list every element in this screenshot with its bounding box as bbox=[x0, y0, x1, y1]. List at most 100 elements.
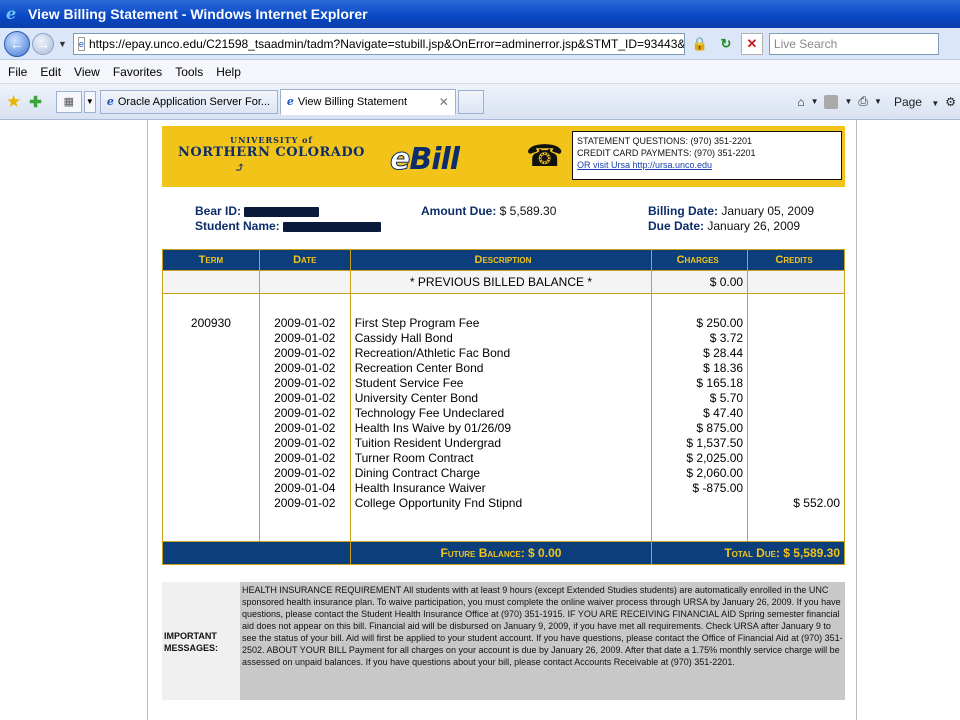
tab-bar: ★ ✚ ▦ ▼ e Oracle Application Server For.… bbox=[0, 84, 960, 120]
lock-icon[interactable]: 🔒 bbox=[689, 33, 711, 55]
prev-term-cell bbox=[162, 270, 260, 294]
billing-table: Term Date Description Charges Credits * … bbox=[162, 249, 845, 565]
charges-cell: $ 250.00 $ 3.72 $ 28.44 $ 18.36 $ 165.18 $ 5.… bbox=[651, 293, 749, 542]
ebill-banner: UNIVERSITY of NORTHERN COLORADO ⤴ eBill … bbox=[162, 126, 845, 187]
line-item-desc: Recreation/Athletic Fac Bond bbox=[354, 346, 511, 360]
header-credits: Credits bbox=[747, 249, 845, 271]
due-date-value: January 26, 2009 bbox=[707, 219, 801, 233]
add-favorite-icon[interactable]: ✚ bbox=[29, 93, 42, 111]
menu-help[interactable]: Help bbox=[216, 65, 241, 79]
totals-row: Future Balance: $ 0.00 Total Due: $ 5,58… bbox=[162, 541, 845, 565]
line-item-credit bbox=[748, 331, 840, 346]
student-name-redacted bbox=[283, 221, 382, 232]
line-item-charge: $ 47.40 bbox=[703, 406, 744, 420]
student-name-label: Student Name: bbox=[195, 219, 280, 233]
tab-ie-icon: e bbox=[106, 95, 114, 108]
tab-close-icon[interactable]: ✕ bbox=[439, 95, 449, 109]
line-item-charge: $ 18.36 bbox=[703, 361, 744, 375]
line-item-desc: Technology Fee Undeclared bbox=[354, 406, 505, 420]
prev-date-cell bbox=[258, 270, 351, 294]
line-item-desc: College Opportunity Fnd Stipnd bbox=[354, 496, 523, 510]
amount-due-label: Amount Due: bbox=[421, 204, 497, 218]
line-item-charge: $ 5.70 bbox=[709, 391, 744, 405]
prev-balance-label: * PREVIOUS BILLED BALANCE * bbox=[349, 270, 653, 294]
menu-tools[interactable]: Tools bbox=[175, 65, 203, 79]
bear-id: Bear ID: bbox=[195, 204, 320, 218]
feeds-icon[interactable] bbox=[824, 94, 839, 109]
line-item-desc: Cassidy Hall Bond bbox=[354, 331, 453, 345]
tab-oracle[interactable]: e Oracle Application Server For... bbox=[99, 89, 278, 114]
tab-view-billing-statement[interactable]: e View Billing Statement ✕ bbox=[279, 88, 456, 115]
window-title: View Billing Statement - Windows Interne… bbox=[28, 6, 368, 22]
table-header-row: Term Date Description Charges Credits bbox=[162, 249, 845, 271]
print-icon[interactable]: ⎙ bbox=[858, 94, 868, 109]
line-item-credit bbox=[748, 346, 840, 361]
refresh-button[interactable]: ↻ bbox=[715, 33, 737, 55]
credits-cell: $ 552.00 bbox=[747, 293, 845, 542]
home-dropdown-icon[interactable]: ▼ bbox=[811, 97, 819, 106]
menu-file[interactable]: File bbox=[8, 65, 27, 79]
line-item-date: 2009-01-02 bbox=[274, 421, 336, 435]
tab-list-dropdown-icon[interactable]: ▼ bbox=[83, 90, 96, 113]
menu-edit[interactable]: Edit bbox=[40, 65, 61, 79]
line-item-desc: University Center Bond bbox=[354, 391, 479, 405]
line-item-desc: Dining Contract Charge bbox=[354, 466, 481, 480]
line-item-desc: Recreation Center Bond bbox=[354, 361, 484, 375]
line-item-charge bbox=[652, 496, 743, 511]
quick-tabs-button[interactable]: ▦ bbox=[55, 90, 82, 113]
line-item-credit bbox=[748, 421, 840, 436]
bear-id-label: Bear ID: bbox=[195, 204, 242, 218]
line-item-charge: $ 1,537.50 bbox=[686, 436, 744, 450]
unc-logo: UNIVERSITY of NORTHERN COLORADO ⤴ bbox=[178, 135, 365, 176]
logo-small-text: UNIVERSITY of bbox=[230, 135, 313, 145]
page-menu-button[interactable]: Page ▼ bbox=[888, 95, 939, 109]
totals-spacer bbox=[162, 541, 351, 565]
tab-ie-icon: e bbox=[286, 95, 294, 108]
line-item-desc: Student Service Fee bbox=[354, 376, 464, 390]
line-item-charge: $ -875.00 bbox=[692, 481, 744, 495]
amount-due: Amount Due: $ 5,589.30 bbox=[421, 204, 556, 218]
line-item-desc: Health Ins Waive by 01/26/09 bbox=[354, 421, 512, 435]
search-input[interactable]: Live Search bbox=[768, 32, 939, 55]
forward-button[interactable]: → bbox=[32, 32, 54, 55]
address-bar[interactable]: e https://epay.unco.edu/C21598_tsaadmin/… bbox=[72, 32, 685, 55]
due-date-label: Due Date: bbox=[648, 219, 705, 233]
line-item-date: 2009-01-02 bbox=[274, 316, 336, 330]
page-border-left bbox=[147, 120, 148, 720]
line-item-credit bbox=[748, 361, 840, 376]
history-dropdown-icon[interactable]: ▼ bbox=[58, 39, 67, 49]
address-toolbar: ← → ▼ e https://epay.unco.edu/C21598_tsa… bbox=[0, 28, 960, 60]
page-border-right bbox=[856, 120, 857, 720]
home-icon[interactable]: ⌂ bbox=[797, 95, 804, 109]
line-item-credit bbox=[748, 391, 840, 406]
new-tab-button[interactable] bbox=[457, 89, 484, 114]
billing-date: Billing Date: January 05, 2009 bbox=[648, 204, 814, 218]
page-content[interactable]: UNIVERSITY of NORTHERN COLORADO ⤴ eBill … bbox=[0, 120, 960, 720]
window-titlebar: e View Billing Statement - Windows Inter… bbox=[0, 0, 960, 28]
future-balance: Future Balance: $ 0.00 bbox=[349, 541, 653, 565]
feeds-dropdown-icon[interactable]: ▼ bbox=[844, 97, 852, 106]
ursa-link[interactable]: OR visit Ursa http://ursa.unco.edu bbox=[577, 159, 837, 171]
dates-cell: 2009-01-02 2009-01-02 2009-01-02 2009-01-02… bbox=[258, 293, 351, 542]
stop-button[interactable]: ✕ bbox=[740, 32, 763, 55]
menu-favorites[interactable]: Favorites bbox=[113, 65, 162, 79]
important-messages-body: HEALTH INSURANCE REQUIREMENT All student… bbox=[240, 582, 845, 700]
print-dropdown-icon[interactable]: ▼ bbox=[874, 97, 882, 106]
bear-id-redacted bbox=[244, 206, 320, 217]
page-icon: e bbox=[77, 36, 85, 51]
line-item-desc: Health Insurance Waiver bbox=[354, 481, 486, 495]
tools-gear-icon[interactable]: ⚙ bbox=[945, 95, 956, 109]
line-item-charge: $ 875.00 bbox=[696, 421, 744, 435]
ie-logo-icon: e bbox=[6, 4, 17, 23]
prev-credit-cell bbox=[747, 270, 845, 294]
line-item-credit bbox=[748, 316, 840, 331]
menu-view[interactable]: View bbox=[74, 65, 100, 79]
line-item-desc: First Step Program Fee bbox=[354, 316, 480, 330]
line-item-credit bbox=[748, 481, 840, 496]
address-url[interactable]: https://epay.unco.edu/C21598_tsaadmin/ta… bbox=[89, 37, 684, 51]
back-button[interactable]: ← bbox=[4, 30, 30, 57]
line-item-charge: $ 2,060.00 bbox=[686, 466, 744, 480]
command-bar: ⌂ ▼ ▼ ⎙ ▼ Page ▼ ⚙ bbox=[791, 94, 960, 109]
header-date: Date bbox=[258, 249, 351, 271]
favorites-star-icon[interactable]: ★ bbox=[6, 92, 21, 112]
